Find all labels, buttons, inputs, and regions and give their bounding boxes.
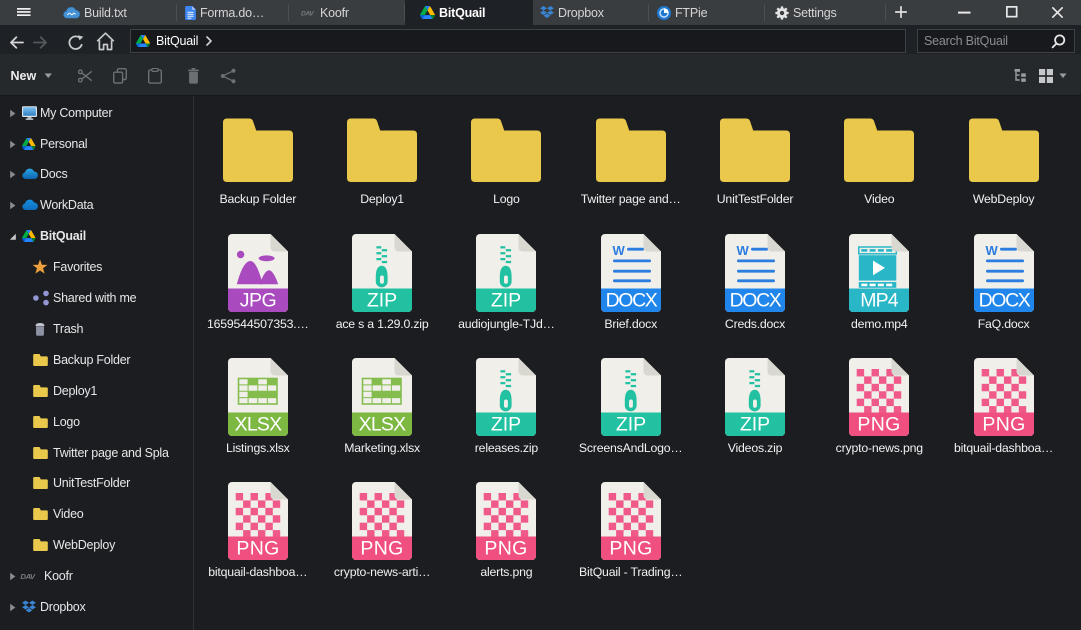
svg-text:DAV: DAV — [301, 10, 314, 17]
svg-text:DAV: DAV — [20, 572, 35, 581]
